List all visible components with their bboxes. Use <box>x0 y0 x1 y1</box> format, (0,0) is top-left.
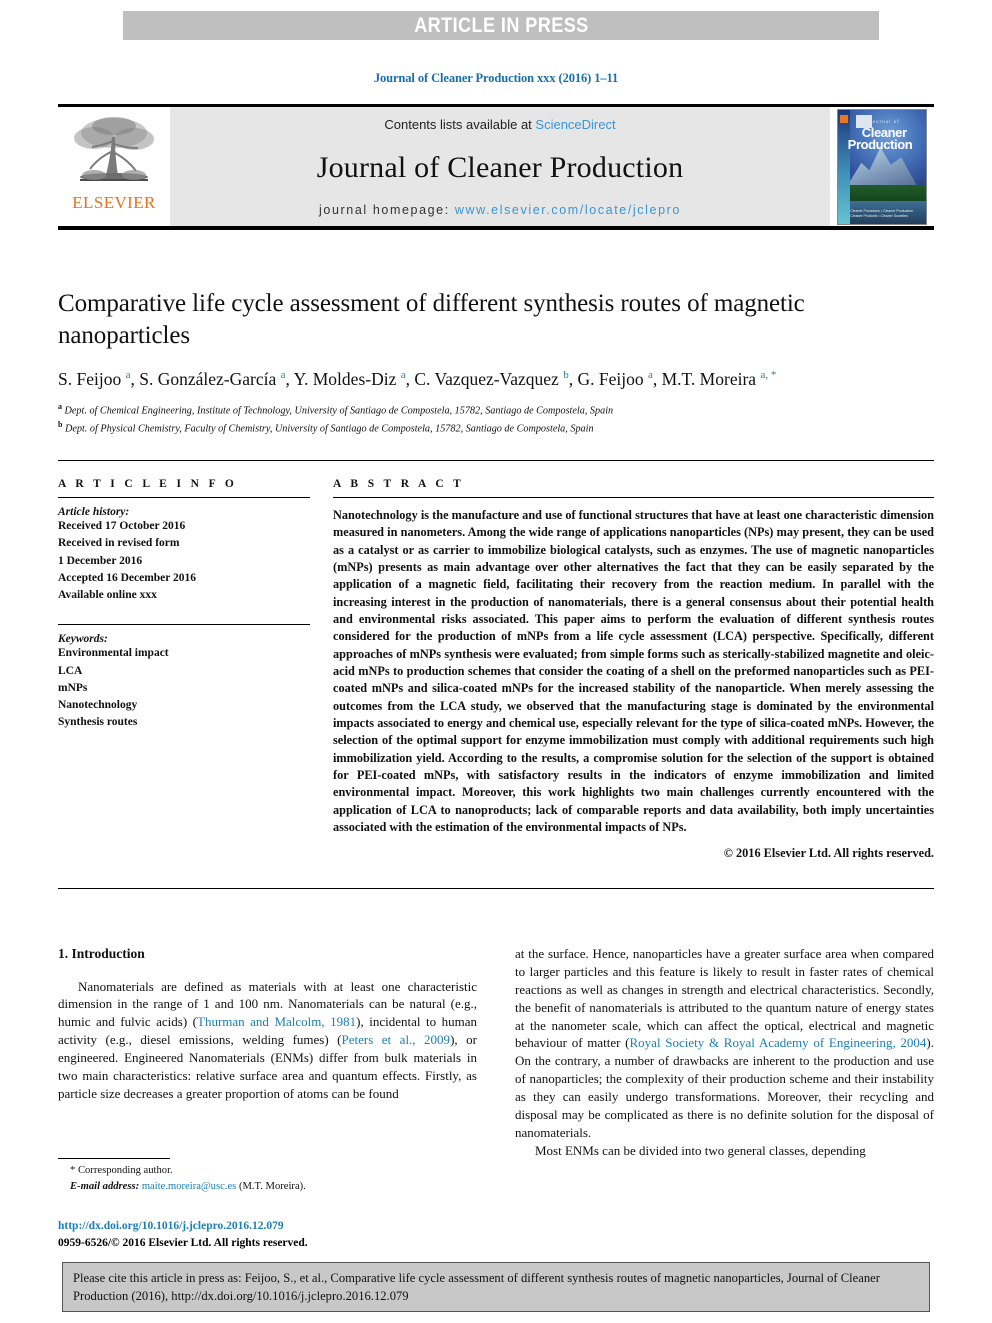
article-history-label: Article history: <box>58 506 130 518</box>
article-info-heading: A R T I C L E I N F O <box>58 478 238 490</box>
article-info-divider <box>58 497 310 498</box>
article-info-column: A R T I C L E I N F O Article history: R… <box>58 478 310 732</box>
doi-block: http://dx.doi.org/10.1016/j.jclepro.2016… <box>58 1218 558 1251</box>
affiliation-b-marker: b <box>58 420 63 430</box>
contents-lists-prefix: Contents lists available at <box>384 117 536 132</box>
history-item: Available online xxx <box>58 589 157 601</box>
elsevier-tree-icon <box>74 117 154 181</box>
abstract-divider <box>333 497 934 498</box>
author-list: S. Feijoo a, S. González-García a, Y. Mo… <box>58 369 777 389</box>
title-block: Comparative life cycle assessment of dif… <box>58 288 934 437</box>
history-item: 1 December 2016 <box>58 554 143 567</box>
contents-lists-line: Contents lists available at ScienceDirec… <box>384 117 615 132</box>
journal-homepage-link[interactable]: www.elsevier.com/locate/jclepro <box>455 203 681 217</box>
elsevier-wordmark: ELSEVIER <box>72 193 156 212</box>
history-item: Accepted 16 December 2016 <box>58 571 197 584</box>
corresponding-author-note: * Corresponding author. <box>70 1165 173 1176</box>
page-title: Comparative life cycle assessment of dif… <box>58 290 805 349</box>
keyword-item: Environmental impact <box>58 647 169 660</box>
email-label: E-mail address: <box>70 1180 142 1192</box>
journal-title: Journal of Cleaner Production <box>316 150 684 184</box>
journal-cover-image: Journal of Cleaner Production Cleaner Pr… <box>837 108 927 225</box>
doi-link[interactable]: http://dx.doi.org/10.1016/j.jclepro.2016… <box>58 1218 558 1235</box>
cover-spine <box>838 109 850 224</box>
body-columns: 1. Introduction Nanomaterials are define… <box>58 945 934 1160</box>
footnote-block: * Corresponding author. E-mail address: … <box>58 1158 477 1194</box>
keyword-item: Nanotechnology <box>58 699 138 711</box>
intro-paragraph-left: Nanomaterials are defined as materials w… <box>58 978 477 1101</box>
keyword-item: mNPs <box>58 681 88 694</box>
history-item: Received 17 October 2016 <box>58 520 186 532</box>
article-in-press-label: ARTICLE IN PRESS <box>413 13 589 37</box>
cover-spine-mark <box>840 114 848 123</box>
abstract-heading: A B S T R A C T <box>333 478 465 490</box>
keywords-label: Keywords: <box>58 633 108 646</box>
abstract-copyright: © 2016 Elsevier Ltd. All rights reserved… <box>723 846 934 861</box>
email-link[interactable]: maite.moreira@usc.es <box>142 1181 236 1192</box>
intro-paragraph-right-2: Most ENMs can be divided into two genera… <box>535 1142 866 1158</box>
affiliation-a-marker: a <box>58 402 62 412</box>
affiliation-b: b Dept. of Physical Chemistry, Faculty o… <box>58 419 934 437</box>
email-line: E-mail address: maite.moreira@usc.es (M.… <box>58 1179 477 1195</box>
keywords-list: Environmental impact LCA mNPs Nanotechno… <box>58 645 310 731</box>
journal-homepage-label: journal homepage: <box>319 203 455 217</box>
journal-masthead: ELSEVIER Contents lists available at Sci… <box>58 104 934 230</box>
issn-copyright-line: 0959-6526/© 2016 Elsevier Ltd. All right… <box>58 1236 308 1249</box>
article-history-list: Received 17 October 2016 Received in rev… <box>58 518 310 604</box>
history-item: Received in revised form <box>58 537 180 550</box>
affiliations: a Dept. of Chemical Engineering, Institu… <box>58 401 934 437</box>
journal-cover-wrap: Journal of Cleaner Production Cleaner Pr… <box>830 107 934 226</box>
abstract-text: Nanotechnology is the manufacture and us… <box>333 508 934 834</box>
cover-title-line3: Production <box>847 137 913 153</box>
email-suffix: (M.T. Moreira). <box>236 1180 306 1192</box>
keyword-item: LCA <box>58 664 83 677</box>
cite-this-article-box: Please cite this article in press as: Fe… <box>62 1262 930 1312</box>
footnote-divider <box>58 1158 170 1159</box>
masthead-center: Contents lists available at ScienceDirec… <box>170 107 830 226</box>
body-right-column: at the surface. Hence, nanoparticles hav… <box>515 945 934 1160</box>
article-in-press-banner: ARTICLE IN PRESS <box>123 11 879 40</box>
section-title-introduction: 1. Introduction <box>58 946 145 961</box>
journal-reference-line: Journal of Cleaner Production xxx (2016)… <box>373 71 619 85</box>
cover-footer-note: Cleaner Processes • Cleaner Production C… <box>850 209 914 219</box>
divider-below-abstract <box>58 888 934 889</box>
intro-paragraph-right-1: at the surface. Hence, nanoparticles hav… <box>515 946 935 1140</box>
sciencedirect-link[interactable]: ScienceDirect <box>535 117 615 132</box>
keyword-item: Synthesis routes <box>58 716 138 729</box>
abstract-column: A B S T R A C T Nanotechnology is the ma… <box>333 478 934 861</box>
article-page: ARTICLE IN PRESS Journal of Cleaner Prod… <box>0 0 992 1323</box>
affiliation-a: a Dept. of Chemical Engineering, Institu… <box>58 401 934 419</box>
divider-above-abstract <box>58 460 934 461</box>
body-left-column: 1. Introduction Nanomaterials are define… <box>58 945 477 1160</box>
elsevier-logo: ELSEVIER <box>58 107 170 226</box>
cover-title-line1: Journal of <box>869 119 900 125</box>
journal-homepage-line: journal homepage: www.elsevier.com/locat… <box>319 203 681 217</box>
affiliation-a-text: Dept. of Chemical Engineering, Institute… <box>64 405 614 417</box>
keywords-divider <box>58 624 310 626</box>
affiliation-b-text: Dept. of Physical Chemistry, Faculty of … <box>65 423 594 435</box>
